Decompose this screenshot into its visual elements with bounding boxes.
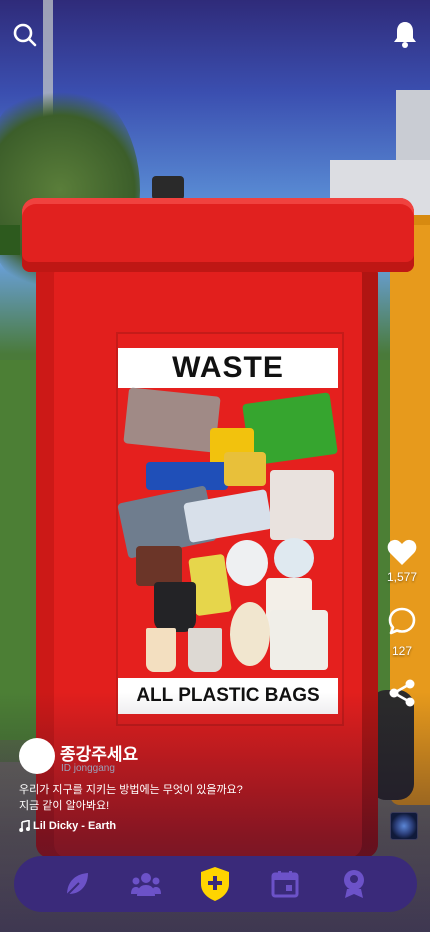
comment-action[interactable]: 127 <box>380 606 424 658</box>
search-icon <box>13 23 37 47</box>
notifications-button[interactable] <box>390 18 420 50</box>
music-note-icon <box>19 820 30 832</box>
background-building <box>396 90 430 170</box>
comment-count: 127 <box>391 644 413 658</box>
music-title: Lil Dicky - Earth <box>33 820 117 832</box>
like-action[interactable]: 1,577 <box>380 538 424 584</box>
music-info[interactable]: Lil Dicky - Earth <box>19 820 116 832</box>
trash-wrapper <box>224 452 266 486</box>
background-bin <box>0 225 20 255</box>
group-icon <box>131 873 162 896</box>
trash-container <box>230 602 270 666</box>
sign-heading: WASTE <box>118 348 338 388</box>
bin-handle <box>152 176 184 200</box>
red-bin-lid <box>22 198 414 272</box>
profile-icon <box>344 870 365 898</box>
nav-calendar[interactable] <box>269 868 301 900</box>
trash-cup <box>146 628 176 672</box>
bell-icon <box>394 22 416 48</box>
trash-cup <box>188 628 222 672</box>
bottom-nav <box>14 856 417 912</box>
nav-community[interactable] <box>130 868 162 900</box>
comment-icon <box>388 607 416 635</box>
trash-cup <box>274 538 314 578</box>
username[interactable]: 종강주세요 <box>60 740 138 765</box>
music-disc[interactable] <box>390 812 418 840</box>
add-shield-icon <box>201 867 230 901</box>
share-action[interactable] <box>380 678 424 708</box>
trash-wrapper <box>123 387 221 453</box>
trash-container <box>270 610 328 670</box>
avatar[interactable] <box>19 738 55 774</box>
trash-cup <box>226 540 268 586</box>
heart-icon <box>387 539 417 565</box>
share-icon <box>389 679 415 707</box>
post-caption: 우리가 지구를 지키는 방법에는 무엇이 있을까요? 지금 같이 알아봐요! <box>19 784 243 812</box>
trash-cup <box>136 546 182 586</box>
nav-add[interactable] <box>199 867 231 901</box>
trash-wrapper <box>146 462 228 490</box>
user-id: ID jonggang <box>61 763 115 774</box>
nav-profile[interactable] <box>338 868 370 900</box>
trash-cup <box>154 582 196 632</box>
trash-plastic-bag <box>270 470 334 540</box>
calendar-icon <box>271 871 299 898</box>
leaf-icon <box>65 873 88 896</box>
nav-feed[interactable] <box>61 868 93 900</box>
search-button[interactable] <box>10 20 40 50</box>
like-count: 1,577 <box>386 570 418 584</box>
